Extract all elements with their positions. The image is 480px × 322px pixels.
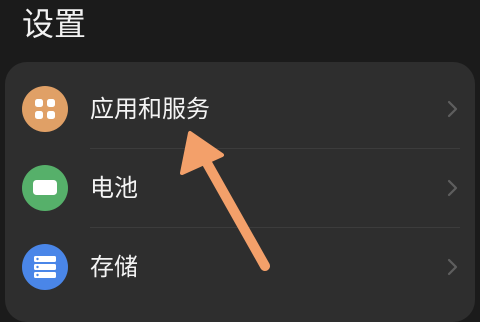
apps-grid-icon — [22, 86, 68, 132]
settings-card: 应用和服务 电池 存储 — [5, 62, 475, 322]
settings-item-label: 应用和服务 — [90, 95, 210, 123]
chevron-right-icon — [447, 258, 458, 276]
storage-icon — [22, 244, 68, 290]
settings-item-apps-services[interactable]: 应用和服务 — [5, 70, 475, 148]
settings-item-battery[interactable]: 电池 — [5, 149, 475, 227]
battery-icon — [22, 165, 68, 211]
settings-item-label: 存储 — [90, 253, 138, 281]
settings-item-label: 电池 — [90, 174, 138, 202]
page-title: 设置 — [22, 5, 87, 43]
chevron-right-icon — [447, 100, 458, 118]
settings-item-storage[interactable]: 存储 — [5, 228, 475, 306]
chevron-right-icon — [447, 179, 458, 197]
